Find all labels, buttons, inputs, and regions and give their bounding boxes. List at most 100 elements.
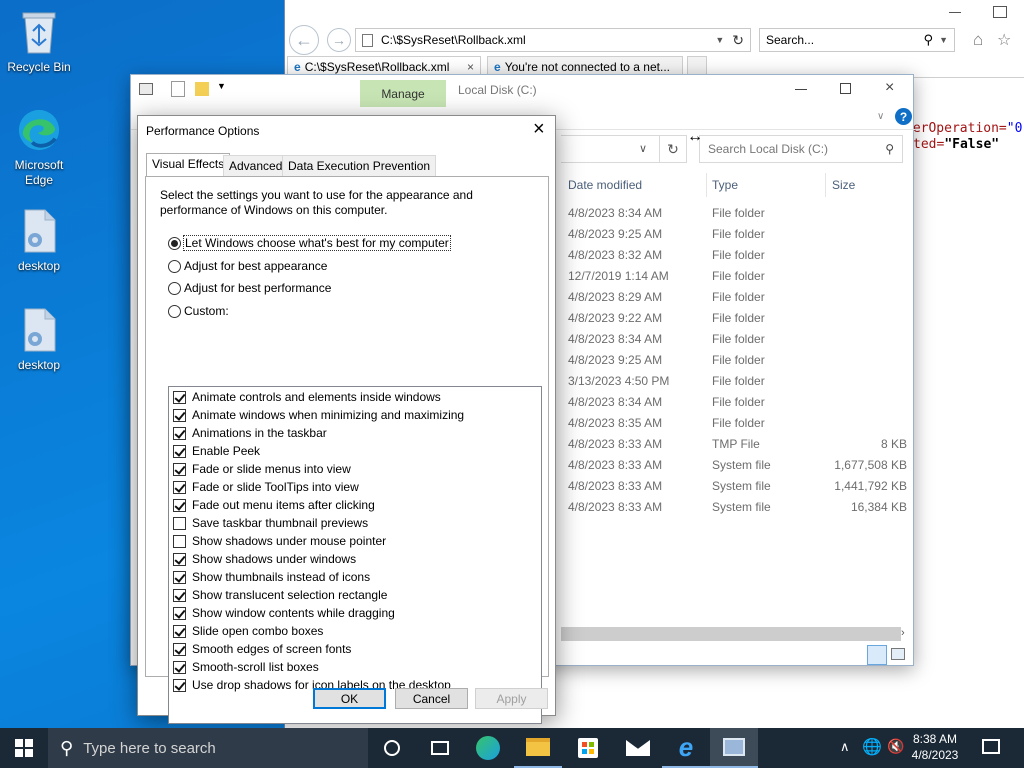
- maximize-icon[interactable]: [840, 83, 851, 94]
- radio-button[interactable]: [168, 304, 181, 318]
- checkbox[interactable]: [173, 606, 186, 620]
- file-row[interactable]: 4/8/2023 8:34 AM File folder: [561, 203, 921, 224]
- radio-option[interactable]: Adjust for best appearance: [168, 259, 327, 273]
- large-icons-view-icon[interactable]: [891, 648, 905, 660]
- file-row[interactable]: 4/8/2023 8:33 AM TMP File 8 KB: [561, 434, 921, 455]
- checkbox[interactable]: [173, 678, 186, 692]
- ie-taskbar-icon[interactable]: e: [662, 728, 710, 768]
- ribbon-expand-icon[interactable]: ∨: [877, 111, 884, 122]
- file-row[interactable]: 4/8/2023 8:29 AM File folder: [561, 287, 921, 308]
- taskbar-search[interactable]: ⚲ Type here to search: [48, 728, 368, 768]
- tab-advanced[interactable]: Advanced: [223, 155, 289, 176]
- visual-effect-option[interactable]: Animate windows when minimizing and maxi…: [173, 408, 464, 422]
- file-row[interactable]: 3/13/2023 4:50 PM File folder: [561, 371, 921, 392]
- store-taskbar-icon[interactable]: [564, 728, 612, 768]
- file-row[interactable]: 4/8/2023 8:34 AM File folder: [561, 329, 921, 350]
- file-row[interactable]: 4/8/2023 9:25 AM File folder: [561, 350, 921, 371]
- column-header-size[interactable]: Size: [832, 178, 855, 192]
- explorer-search-input[interactable]: Search Local Disk (C:) ⚲: [699, 135, 903, 163]
- file-row[interactable]: 4/8/2023 8:33 AM System file 16,384 KB: [561, 497, 921, 518]
- checkbox[interactable]: [173, 552, 186, 566]
- favorites-icon[interactable]: ☆: [997, 30, 1011, 50]
- back-icon[interactable]: ←: [289, 25, 319, 55]
- visual-effect-option[interactable]: Fade or slide menus into view: [173, 462, 351, 476]
- file-row[interactable]: 4/8/2023 9:22 AM File folder: [561, 308, 921, 329]
- close-icon[interactable]: ×: [885, 79, 894, 97]
- visual-effect-option[interactable]: Smooth edges of screen fonts: [173, 642, 351, 656]
- folder-icon[interactable]: [195, 82, 209, 96]
- refresh-icon[interactable]: ↻: [732, 32, 744, 49]
- visual-effect-option[interactable]: Show shadows under windows: [173, 552, 356, 566]
- visual-effect-option[interactable]: Slide open combo boxes: [173, 624, 323, 638]
- checkbox[interactable]: [173, 570, 186, 584]
- file-row[interactable]: 4/8/2023 8:34 AM File folder: [561, 392, 921, 413]
- clock[interactable]: 8:38 AM 4/8/2023: [905, 731, 965, 763]
- radio-button[interactable]: [168, 281, 181, 295]
- search-icon[interactable]: ⚲: [924, 32, 934, 48]
- tab-data-execution-prevention[interactable]: Data Execution Prevention: [282, 155, 437, 176]
- dropdown-icon[interactable]: ▼: [715, 35, 724, 45]
- checkbox[interactable]: [173, 588, 186, 602]
- visual-effect-option[interactable]: Show thumbnails instead of icons: [173, 570, 370, 584]
- volume-muted-icon[interactable]: 🔇: [887, 738, 904, 755]
- desktop-icon-recycle-bin[interactable]: Recycle Bin: [1, 8, 77, 74]
- ok-button[interactable]: OK: [313, 688, 386, 709]
- system-properties-taskbar-icon[interactable]: [710, 728, 758, 768]
- file-row[interactable]: 4/8/2023 8:35 AM File folder: [561, 413, 921, 434]
- notifications-icon[interactable]: [982, 739, 1000, 754]
- network-icon[interactable]: 🌐: [862, 737, 882, 757]
- checkbox[interactable]: [173, 516, 186, 530]
- file-row[interactable]: 4/8/2023 8:33 AM System file 1,677,508 KB: [561, 455, 921, 476]
- ie-search-box[interactable]: Search... ⚲ ▼: [759, 28, 955, 52]
- checkbox[interactable]: [173, 534, 186, 548]
- tab-visual-effects[interactable]: Visual Effects: [146, 153, 231, 177]
- checkbox[interactable]: [173, 498, 186, 512]
- file-row[interactable]: 4/8/2023 8:33 AM System file 1,441,792 KB: [561, 476, 921, 497]
- edge-taskbar-icon[interactable]: [464, 728, 512, 768]
- file-explorer-taskbar-icon[interactable]: [514, 728, 562, 768]
- visual-effects-list[interactable]: Animate controls and elements inside win…: [168, 386, 542, 724]
- task-view-icon[interactable]: [416, 728, 464, 768]
- visual-effect-option[interactable]: Animate controls and elements inside win…: [173, 390, 441, 404]
- desktop-icon-desktop-2[interactable]: desktop: [1, 306, 77, 372]
- properties-icon[interactable]: [171, 81, 185, 97]
- address-bar[interactable]: C:\$SysReset\Rollback.xml ▼ ↻: [355, 28, 751, 52]
- radio-option[interactable]: Let Windows choose what's best for my co…: [168, 235, 451, 251]
- cancel-button[interactable]: Cancel: [395, 688, 468, 709]
- checkbox[interactable]: [173, 642, 186, 656]
- visual-effect-option[interactable]: Save taskbar thumbnail previews: [173, 516, 368, 530]
- checkbox[interactable]: [173, 624, 186, 638]
- checkbox[interactable]: [173, 660, 186, 674]
- details-view-icon[interactable]: [867, 645, 887, 665]
- cortana-icon[interactable]: [368, 728, 416, 768]
- home-icon[interactable]: ⌂: [973, 30, 983, 50]
- visual-effect-option[interactable]: Show window contents while dragging: [173, 606, 395, 620]
- mail-taskbar-icon[interactable]: [614, 728, 662, 768]
- desktop-icon-edge[interactable]: Microsoft Edge: [1, 106, 77, 188]
- column-header-type[interactable]: Type: [712, 178, 738, 192]
- desktop-icon-desktop-1[interactable]: desktop: [1, 207, 77, 273]
- visual-effect-option[interactable]: Enable Peek: [173, 444, 260, 458]
- checkbox[interactable]: [173, 408, 186, 422]
- forward-icon[interactable]: →: [327, 28, 351, 52]
- visual-effect-option[interactable]: Fade or slide ToolTips into view: [173, 480, 359, 494]
- radio-button[interactable]: [168, 236, 181, 250]
- checkbox[interactable]: [173, 426, 186, 440]
- visual-effect-option[interactable]: Smooth-scroll list boxes: [173, 660, 319, 674]
- dropdown-icon[interactable]: ▼: [939, 35, 948, 45]
- checkbox[interactable]: [173, 390, 186, 404]
- minimize-icon[interactable]: [795, 89, 807, 90]
- refresh-icon[interactable]: ↻: [659, 135, 687, 163]
- checkbox[interactable]: [173, 462, 186, 476]
- visual-effect-option[interactable]: Fade out menu items after clicking: [173, 498, 375, 512]
- file-row[interactable]: 4/8/2023 9:25 AM File folder: [561, 224, 921, 245]
- show-hidden-icons-icon[interactable]: ∧: [840, 739, 850, 755]
- start-button[interactable]: [0, 728, 48, 768]
- horizontal-scrollbar[interactable]: [561, 627, 901, 641]
- file-row[interactable]: 4/8/2023 8:32 AM File folder: [561, 245, 921, 266]
- maximize-icon[interactable]: [993, 6, 1007, 18]
- radio-button[interactable]: [168, 259, 181, 273]
- close-icon[interactable]: ×: [533, 119, 545, 139]
- qat-dropdown-icon[interactable]: ▼: [217, 81, 226, 91]
- minimize-icon[interactable]: [949, 12, 961, 13]
